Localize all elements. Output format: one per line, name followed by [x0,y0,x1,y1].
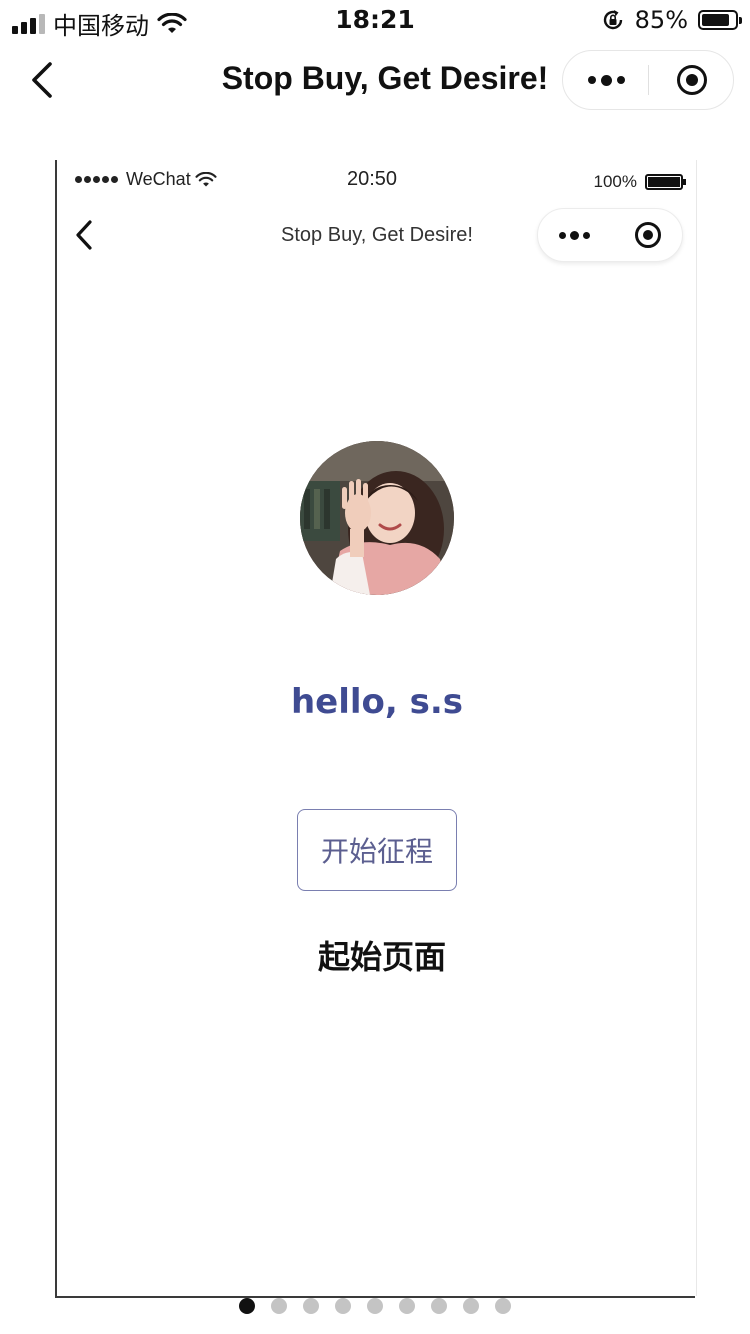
preview-nav-bar: Stop Buy, Get Desire! [57,204,695,264]
page-dot[interactable] [271,1298,287,1314]
preview-nav-title: Stop Buy, Get Desire! [281,224,473,246]
page-dot[interactable] [431,1298,447,1314]
capsule-menu [562,50,734,110]
page-label: 起始页面 [317,938,446,976]
preview-status-bar: WeChat 20:50 100% [57,160,695,202]
page-indicator [239,1298,511,1314]
back-icon[interactable] [71,218,97,252]
battery-icon [645,174,686,190]
start-journey-button[interactable]: 开始征程 [297,809,457,891]
status-right: 85% [601,6,742,34]
more-dots-icon[interactable] [538,209,611,261]
preview-status-right: 100% [593,172,686,192]
page-dot[interactable] [463,1298,479,1314]
page-dot[interactable] [303,1298,319,1314]
preview-battery-percent: 100% [593,172,637,191]
preview-carrier: WeChat [126,169,191,189]
status-bar: 中国移动 18:21 85% [0,0,750,40]
greeting-text: hello, s.s [290,682,464,722]
preview-capsule-menu [537,208,683,262]
more-dots-icon[interactable] [563,51,649,109]
nav-bar: Stop Buy, Get Desire! [0,44,750,116]
page-dot[interactable] [239,1298,255,1314]
page-dot[interactable] [399,1298,415,1314]
battery-percent: 85% [634,6,688,34]
avatar [300,441,454,595]
battery-icon [698,10,742,30]
rotation-lock-icon [603,10,622,30]
target-close-icon[interactable] [649,51,735,109]
preview-frame: WeChat 20:50 100% Stop Buy, Get Desire! [55,160,697,1298]
avatar-photo [300,441,454,595]
preview-status-time: 20:50 [347,168,398,190]
preview-status-left: WeChat [75,169,217,190]
back-icon[interactable] [24,58,60,102]
target-close-icon[interactable] [611,209,684,261]
signal-dots-icon [75,176,118,183]
page-dot[interactable] [335,1298,351,1314]
page-dot[interactable] [495,1298,511,1314]
nav-title: Stop Buy, Get Desire! [221,60,549,96]
wifi-icon [195,171,217,187]
page-dot[interactable] [367,1298,383,1314]
screen: 中国移动 18:21 85% Stop Buy, Get Desire! WeC… [0,0,750,1334]
